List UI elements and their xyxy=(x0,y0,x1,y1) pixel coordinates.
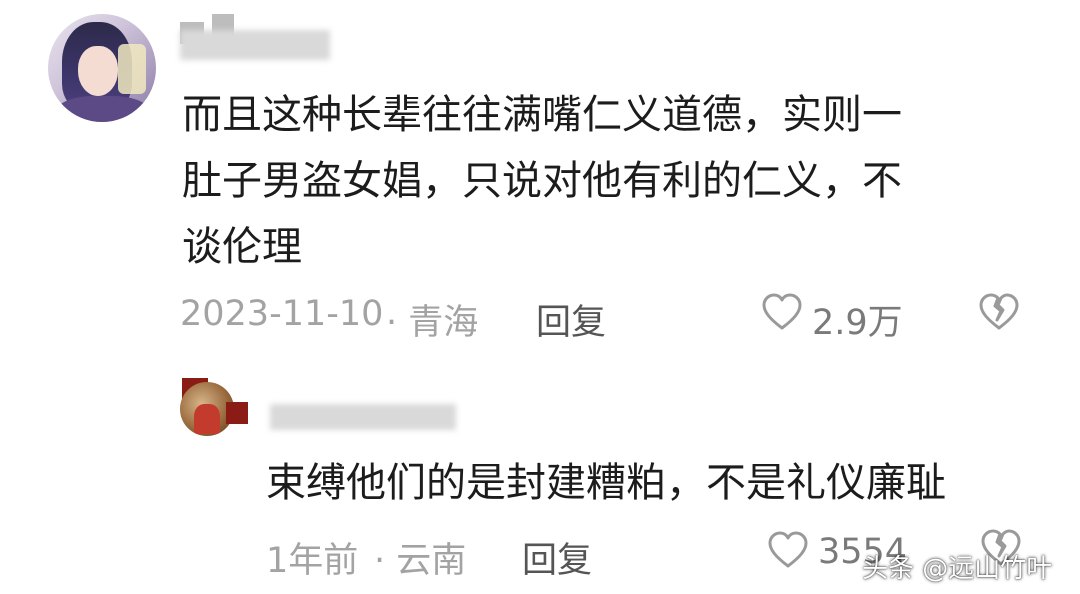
heart-outline-icon[interactable] xyxy=(762,293,802,331)
username-blurred[interactable] xyxy=(180,30,330,60)
like-count: 2.9万 xyxy=(812,303,903,343)
comment-date: 2023-11-10 xyxy=(180,294,384,334)
comment-line: 而且这种长辈往往满嘴仁义道德，实则一 xyxy=(182,92,902,138)
reply-button[interactable]: 回复 xyxy=(536,294,606,345)
comment-line: 束缚他们的是封建糟粕，不是礼仪廉耻 xyxy=(266,460,946,506)
broken-heart-outline-icon[interactable] xyxy=(978,293,1020,331)
comment-text: 而且这种长辈往往满嘴仁义道德，实则一 肚子男盗女娼，只说对他有利的仁义，不 谈伦… xyxy=(182,82,1042,280)
avatar[interactable] xyxy=(48,14,156,122)
username-blurred[interactable] xyxy=(270,404,456,430)
comment-location: · 青海 xyxy=(386,303,479,343)
comment-location: · 云南 xyxy=(374,541,467,581)
reply-button[interactable]: 回复 xyxy=(522,532,592,583)
watermark: 头条 @远山竹叶 xyxy=(862,554,1053,584)
comment-date: 1年前 xyxy=(266,541,359,581)
comment-line: 谈伦理 xyxy=(182,224,302,270)
comment-text: 束缚他们的是封建糟粕，不是礼仪廉耻 xyxy=(266,450,1056,516)
avatar-redaction xyxy=(226,402,248,424)
comment-line: 肚子男盗女娼，只说对他有利的仁义，不 xyxy=(182,158,902,204)
heart-outline-icon[interactable] xyxy=(768,531,808,569)
